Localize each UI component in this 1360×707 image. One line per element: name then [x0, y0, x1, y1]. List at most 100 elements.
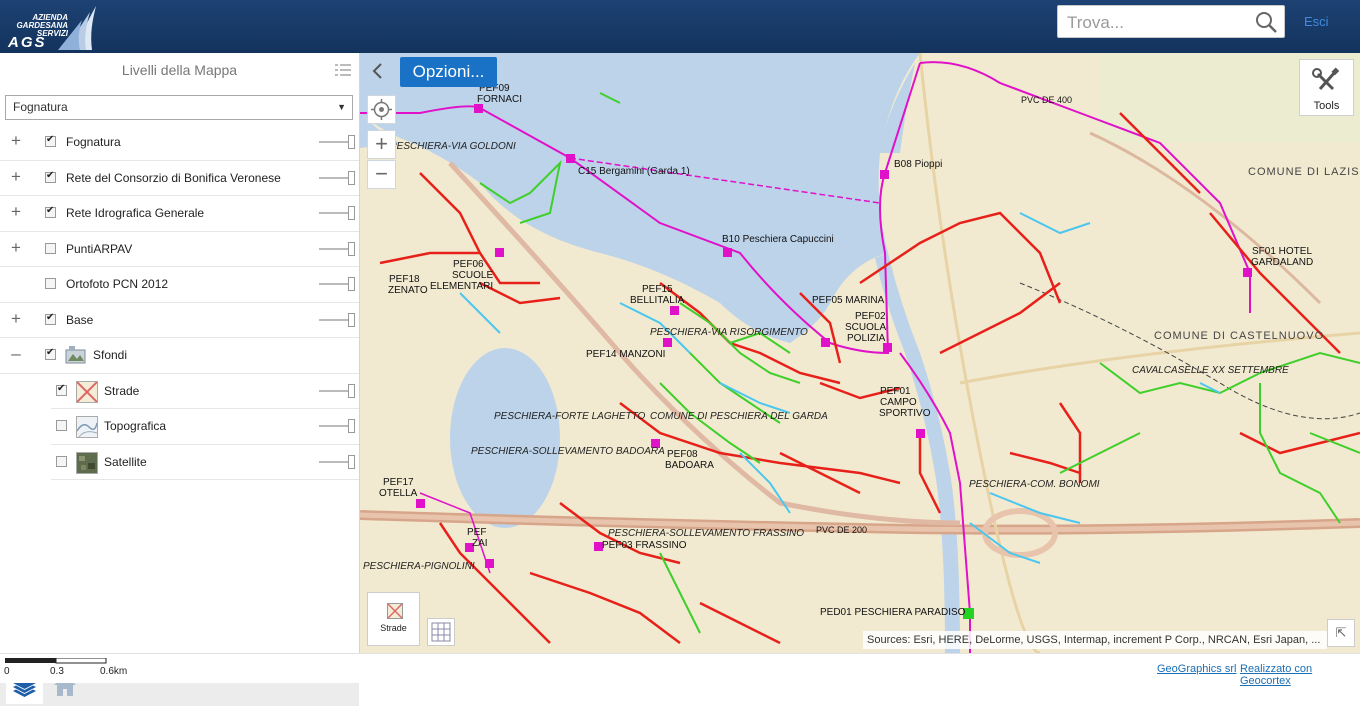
- layer-row-idrografica: + Rete Idrografica Generale: [0, 196, 359, 232]
- opacity-slider[interactable]: [319, 277, 355, 291]
- layer-row-consorzio: + Rete del Consorzio di Bonifica Verones…: [0, 161, 359, 196]
- exit-link[interactable]: Esci: [1304, 14, 1329, 29]
- map-label: PEF06: [453, 259, 484, 270]
- map-label: B08 Pioppi: [894, 159, 943, 170]
- map-label: PEF18: [389, 274, 420, 285]
- layer-row-fognatura: + Fognatura: [0, 125, 359, 161]
- locate-button[interactable]: [367, 95, 396, 124]
- layer-row-puntiarpav: + PuntiARPAV: [0, 232, 359, 267]
- strade-thumbnail-icon: [387, 603, 403, 619]
- basemap-group-icon: [65, 346, 86, 364]
- geographics-link[interactable]: GeoGraphics srl: [1157, 663, 1236, 675]
- map-label: OTELLA: [379, 488, 418, 499]
- sublayer-name: Strade: [104, 383, 140, 398]
- tools-button[interactable]: Tools: [1299, 59, 1354, 116]
- footer-bar: 0 0.3 0.6km GeoGraphics srl Realizzato c…: [0, 653, 1360, 687]
- map-label: CAVALCASELLE XX SETTEMBRE: [1132, 365, 1289, 376]
- expand-icon[interactable]: +: [9, 310, 23, 327]
- grid-legend-icon: [431, 622, 451, 642]
- collapse-icon[interactable]: –: [9, 345, 23, 362]
- options-button[interactable]: Opzioni...: [400, 57, 497, 87]
- layer-name: Rete del Consorzio di Bonifica Veronese: [66, 170, 281, 185]
- expand-overview-icon[interactable]: ⇱: [1327, 619, 1355, 647]
- sublayer-radio[interactable]: [56, 455, 67, 467]
- map-label: COMUNE DI LAZISE: [1248, 166, 1360, 178]
- map-label: FORNACI: [477, 94, 522, 105]
- sublayer-row-satellite: Satellite: [51, 445, 359, 480]
- opacity-slider[interactable]: [319, 170, 355, 185]
- layer-name: PuntiARPAV: [66, 241, 133, 256]
- map-label: PEF03 FRASSINO: [602, 540, 687, 551]
- map-label: BELLITALIA: [630, 295, 685, 306]
- map-attribution: Sources: Esri, HERE, DeLorme, USGS, Inte…: [863, 631, 1327, 649]
- layer-theme-select[interactable]: Fognatura ▼: [5, 95, 353, 120]
- layer-name: Sfondi: [93, 348, 128, 362]
- expand-icon[interactable]: +: [9, 239, 23, 256]
- opacity-slider[interactable]: [319, 454, 355, 469]
- layer-row-sfondi: – Sfondi: [0, 338, 359, 374]
- map-label: PEF15: [642, 284, 673, 295]
- collapse-panel-icon[interactable]: [367, 60, 389, 82]
- layer-name: Fognatura: [66, 135, 121, 149]
- map-label: SCUOLA: [845, 322, 887, 333]
- layer-name: Rete Idrografica Generale: [66, 206, 205, 220]
- opacity-slider[interactable]: [319, 312, 355, 327]
- map-label: SF01 HOTEL: [1252, 246, 1313, 257]
- layer-checkbox[interactable]: [45, 205, 56, 218]
- map-label: B10 Peschiera Capuccini: [722, 234, 834, 245]
- crosshair-icon: [371, 99, 392, 120]
- layer-row-base: + Base: [0, 303, 359, 338]
- sublayer-radio[interactable]: [56, 383, 67, 396]
- map-label: PEF08: [667, 449, 698, 460]
- map-label: GARDALAND: [1251, 257, 1314, 268]
- basemap-toggle-button[interactable]: Strade: [367, 592, 420, 646]
- map-label: PED01 PESCHIERA PARADISO: [820, 607, 966, 618]
- list-menu-icon[interactable]: [335, 64, 351, 76]
- scale-bar: [5, 658, 107, 664]
- layer-checkbox[interactable]: [45, 134, 56, 147]
- map-label: COMUNE DI PESCHIERA DEL GARDA: [650, 411, 828, 422]
- zoom-out-button[interactable]: −: [367, 160, 396, 189]
- layer-checkbox[interactable]: [45, 278, 56, 289]
- map-label: CAMPO: [880, 397, 917, 408]
- map-label: PEF14 MANZONI: [586, 349, 666, 360]
- map-label: ELEMENTARI: [430, 281, 494, 292]
- expand-icon[interactable]: +: [9, 132, 23, 149]
- opacity-slider[interactable]: [319, 206, 355, 220]
- search-icon[interactable]: [1254, 10, 1278, 34]
- panel-title: Livelli della Mappa: [121, 62, 238, 78]
- opacity-slider[interactable]: [319, 241, 355, 256]
- sublayer-name: Topografica: [104, 419, 167, 433]
- opacity-slider[interactable]: [319, 419, 355, 433]
- layer-checkbox[interactable]: [45, 170, 56, 183]
- scale-label-2: 0.6km: [100, 666, 128, 677]
- layer-checkbox[interactable]: [45, 312, 56, 325]
- layer-checkbox[interactable]: [45, 347, 56, 360]
- map-label: PESCHIERA-VIA RISORGIMENTO: [650, 327, 808, 338]
- map-label: COMUNE DI CASTELNUOVO: [1154, 330, 1325, 342]
- map-view[interactable]: PEF09 FORNACI C15 Bergamini (Garda 1) B0…: [360, 53, 1360, 653]
- map-label: PESCHIERA-SOLLEVAMENTO FRASSINO: [608, 528, 804, 539]
- opacity-slider[interactable]: [319, 383, 355, 398]
- map-label: PESCHIERA-PIGNOLINI: [363, 561, 475, 572]
- map-label: PESCHIERA-SOLLEVAMENTO BADOARA: [471, 446, 665, 457]
- sublayer-radio[interactable]: [56, 420, 67, 431]
- expand-icon[interactable]: +: [9, 168, 23, 185]
- layer-checkbox[interactable]: [45, 242, 56, 254]
- geocortex-link[interactable]: Realizzato con Geocortex: [1240, 663, 1360, 687]
- layers-panel: Livelli della Mappa Fognatura▼ + Fognatu…: [0, 53, 360, 706]
- layer-row-ortofoto: Ortofoto PCN 2012: [0, 267, 359, 303]
- map-label: PVC DE 400: [1021, 95, 1073, 105]
- map-label: SPORTIVO: [879, 408, 931, 419]
- opacity-slider[interactable]: [319, 135, 355, 149]
- legend-button[interactable]: [427, 618, 455, 646]
- layer-list: + Fognatura + Rete del Consorzio di Boni…: [0, 125, 359, 480]
- zoom-in-button[interactable]: +: [367, 130, 396, 159]
- sublayer-name: Satellite: [104, 454, 147, 469]
- expand-icon[interactable]: +: [9, 203, 23, 220]
- layer-name: Ortofoto PCN 2012: [66, 277, 169, 291]
- search-box[interactable]: [1057, 5, 1285, 38]
- search-input[interactable]: [1065, 7, 1259, 38]
- topografica-thumbnail-icon: [76, 416, 98, 438]
- map-label: SCUOLE: [452, 270, 494, 281]
